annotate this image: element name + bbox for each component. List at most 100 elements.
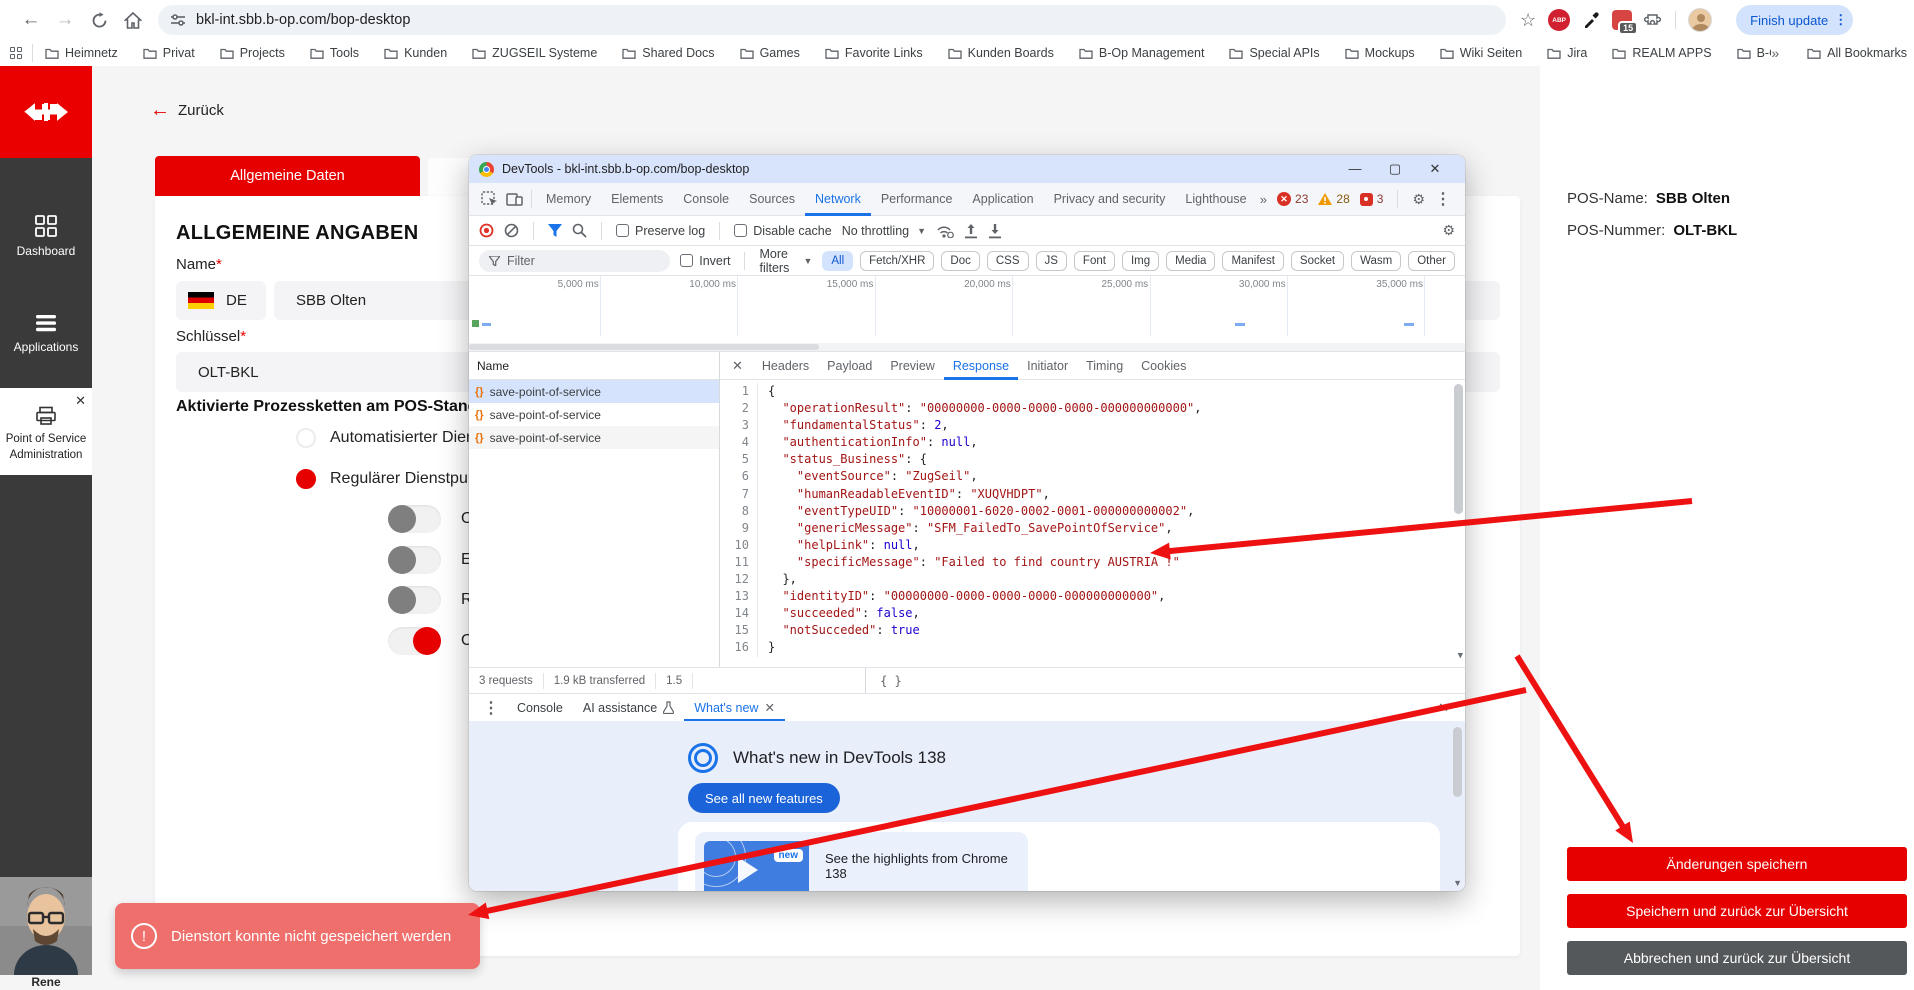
detail-tab-payload[interactable]: Payload — [818, 352, 881, 380]
request-row[interactable]: {}save-point-of-service — [469, 426, 719, 449]
type-filter-css[interactable]: CSS — [987, 251, 1029, 271]
bookmark-folder[interactable]: B-Op Admin — [1737, 46, 1772, 60]
reload-icon[interactable] — [82, 5, 116, 35]
more-filters-dropdown[interactable]: More filters▼ — [759, 247, 812, 275]
apps-grid-icon[interactable] — [10, 47, 22, 59]
bookmarks-overflow-icon[interactable]: » — [1771, 45, 1779, 61]
site-settings-icon[interactable] — [170, 13, 186, 27]
bookmark-folder[interactable]: B-Op Management — [1079, 46, 1205, 60]
close-drawer-icon[interactable]: ✕ — [1438, 700, 1457, 716]
action-button-1[interactable]: Änderungen speichern — [1567, 847, 1907, 881]
action-button-2[interactable]: Speichern und zurück zur Übersicht — [1567, 894, 1907, 928]
eyedropper-extension-icon[interactable] — [1582, 11, 1600, 29]
type-filter-img[interactable]: Img — [1122, 251, 1159, 271]
radio-option[interactable]: Regulärer Dienstpunkt — [296, 469, 489, 489]
disable-cache-checkbox[interactable]: Disable cache — [734, 224, 832, 238]
type-filter-media[interactable]: Media — [1166, 251, 1215, 271]
close-window-icon[interactable]: ✕ — [1415, 161, 1455, 177]
detail-tab-preview[interactable]: Preview — [881, 352, 943, 380]
toggle-switch[interactable] — [388, 546, 441, 574]
search-icon[interactable] — [572, 223, 587, 238]
export-har-icon[interactable] — [988, 223, 1002, 239]
issues-count-badge[interactable]: 3 — [1360, 192, 1384, 206]
type-filter-socket[interactable]: Socket — [1291, 251, 1344, 271]
tab-allgemeine-daten[interactable]: Allgemeine Daten — [155, 156, 420, 196]
request-row[interactable]: {}save-point-of-service — [469, 403, 719, 426]
language-selector[interactable]: DE — [176, 281, 266, 320]
request-list-header[interactable]: Name — [469, 352, 719, 380]
devtools-tab-console[interactable]: Console — [673, 183, 739, 216]
network-conditions-icon[interactable] — [936, 224, 954, 238]
home-icon[interactable] — [116, 5, 150, 35]
toggle-switch[interactable] — [388, 627, 441, 655]
url-bar[interactable]: bkl-int.sbb.b-op.com/bop-desktop — [158, 5, 1506, 35]
drawer-scrollbar[interactable] — [1453, 727, 1462, 797]
detail-tab-cookies[interactable]: Cookies — [1132, 352, 1195, 380]
toggle-switch[interactable] — [388, 586, 441, 614]
highlight-video-thumbnail[interactable]: new — [704, 841, 809, 891]
invert-checkbox[interactable]: Invert — [680, 254, 730, 268]
drawer-tab-what-s-new[interactable]: What's new✕ — [684, 694, 785, 722]
minimize-icon[interactable]: — — [1335, 161, 1375, 177]
all-bookmarks[interactable]: All Bookmarks — [1807, 46, 1907, 60]
network-timeline[interactable]: 5,000 ms10,000 ms15,000 ms20,000 ms25,00… — [469, 276, 1465, 352]
bookmark-folder[interactable]: Kunden — [384, 46, 447, 60]
extension-icon-badge[interactable]: 15 — [1612, 10, 1632, 30]
see-all-features-button[interactable]: See all new features — [688, 783, 840, 813]
detail-tab-headers[interactable]: Headers — [753, 352, 818, 380]
sidebar-item-pos-administration[interactable]: ✕ Point of Service Administration — [0, 388, 92, 475]
highlights-card[interactable]: new See the highlights from Chrome 138 — [678, 822, 1440, 891]
error-count-badge[interactable]: ✕23 — [1277, 192, 1308, 206]
response-scrollbar[interactable] — [1454, 384, 1463, 514]
bookmark-folder[interactable]: Shared Docs — [622, 46, 714, 60]
bookmark-folder[interactable]: Games — [740, 46, 800, 60]
profile-avatar[interactable] — [1688, 8, 1712, 32]
devtools-tab-network[interactable]: Network — [805, 183, 871, 216]
devtools-tab-sources[interactable]: Sources — [739, 183, 805, 216]
devtools-titlebar[interactable]: DevTools - bkl-int.sbb.b-op.com/bop-desk… — [469, 155, 1465, 183]
bookmark-folder[interactable]: Heimnetz — [45, 46, 118, 60]
type-filter-wasm[interactable]: Wasm — [1351, 251, 1401, 271]
device-toolbar-icon[interactable] — [506, 192, 523, 207]
timeline-scrollbar[interactable] — [469, 343, 1465, 351]
bookmark-star-icon[interactable]: ☆ — [1520, 10, 1536, 31]
preserve-log-checkbox[interactable]: Preserve log — [616, 224, 705, 238]
bookmark-folder[interactable]: Jira — [1547, 46, 1587, 60]
throttling-dropdown[interactable]: No throttling▼ — [842, 224, 926, 238]
clear-network-log-icon[interactable] — [504, 223, 519, 238]
drawer-scroll-down-icon[interactable]: ▼ — [1453, 878, 1462, 888]
detail-tab-timing[interactable]: Timing — [1077, 352, 1132, 380]
bookmark-folder[interactable]: Kunden Boards — [948, 46, 1054, 60]
format-json-icon[interactable]: { } — [880, 674, 902, 688]
sidebar-item-dashboard[interactable]: Dashboard — [0, 204, 92, 268]
sidebar-item-applications[interactable]: Applications — [0, 302, 92, 364]
devtools-tab-memory[interactable]: Memory — [536, 183, 601, 216]
bookmark-folder[interactable]: ZUGSEIL Systeme — [472, 46, 597, 60]
finish-update-button[interactable]: Finish update ⋮ — [1736, 5, 1853, 35]
drawer-tab-console[interactable]: Console — [507, 694, 573, 722]
bookmark-folder[interactable]: Projects — [220, 46, 285, 60]
radio-unchecked-icon[interactable] — [296, 428, 316, 448]
type-filter-doc[interactable]: Doc — [941, 251, 979, 271]
devtools-tab-performance[interactable]: Performance — [871, 183, 963, 216]
inspect-element-icon[interactable] — [481, 191, 498, 207]
type-filter-js[interactable]: JS — [1036, 251, 1067, 271]
filter-icon[interactable] — [548, 224, 562, 237]
bookmark-folder[interactable]: Favorite Links — [825, 46, 923, 60]
radio-checked-icon[interactable] — [296, 469, 316, 489]
warning-count-badge[interactable]: 28 — [1318, 192, 1349, 206]
browser-menu-icon[interactable]: ⋮ — [1834, 12, 1847, 28]
maximize-icon[interactable]: ▢ — [1375, 161, 1415, 177]
more-tabs-icon[interactable]: » — [1260, 192, 1267, 207]
type-filter-font[interactable]: Font — [1074, 251, 1115, 271]
devtools-tab-application[interactable]: Application — [962, 183, 1043, 216]
close-detail-icon[interactable]: ✕ — [726, 358, 749, 374]
type-filter-other[interactable]: Other — [1408, 251, 1455, 271]
devtools-tab-lighthouse[interactable]: Lighthouse — [1175, 183, 1256, 216]
forward-icon[interactable]: → — [48, 5, 82, 35]
extensions-puzzle-icon[interactable] — [1644, 11, 1663, 30]
back-icon[interactable]: ← — [14, 5, 48, 35]
bookmark-folder[interactable]: Mockups — [1345, 46, 1415, 60]
detail-tab-response[interactable]: Response — [944, 352, 1018, 380]
import-har-icon[interactable] — [964, 223, 978, 239]
